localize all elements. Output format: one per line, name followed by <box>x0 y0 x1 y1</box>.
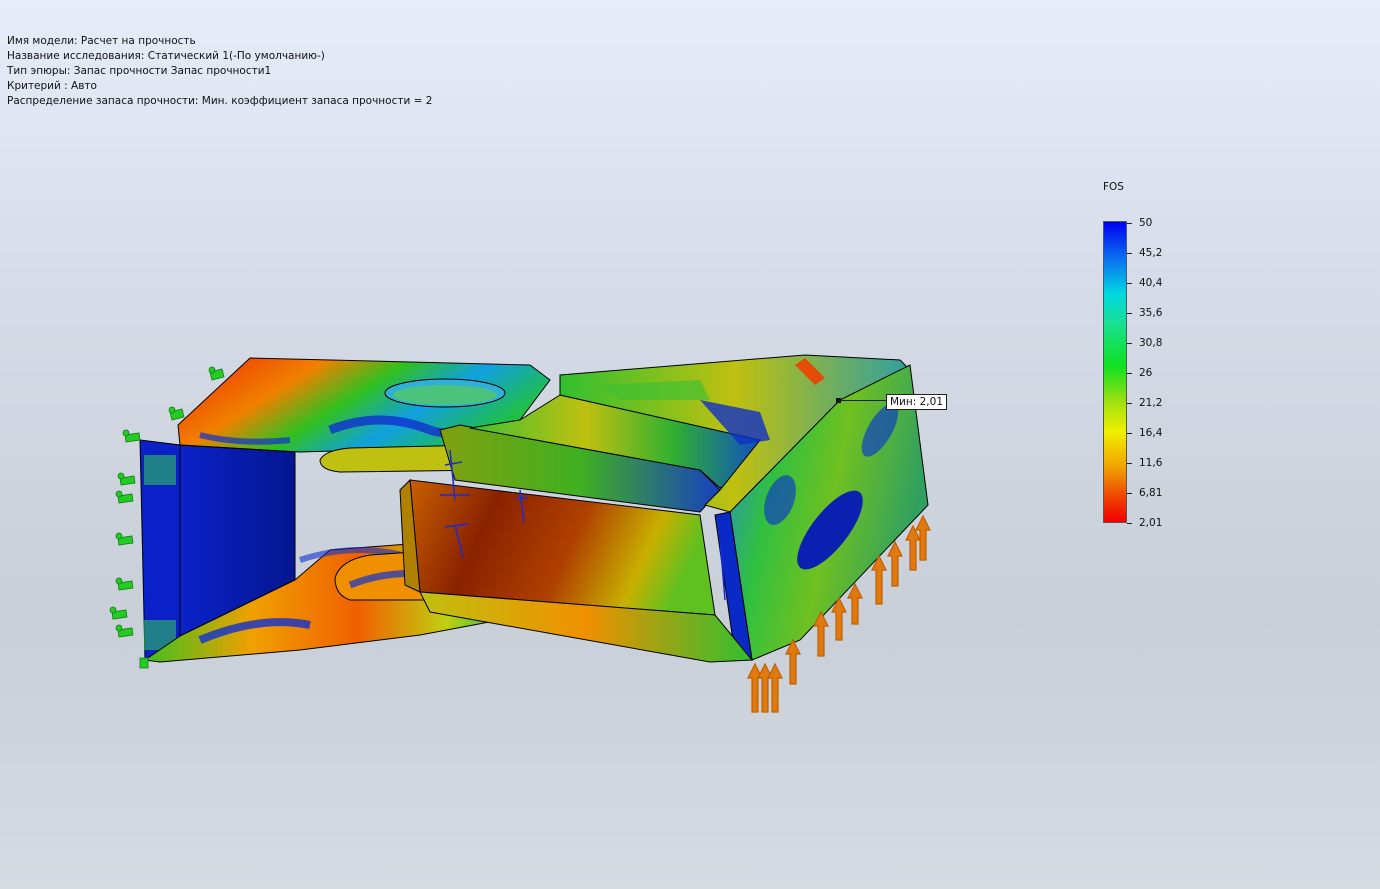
legend-tick-label: 45,2 <box>1139 247 1163 259</box>
legend-tick-label: 50 <box>1139 217 1153 229</box>
legend-title: FOS <box>1103 181 1124 193</box>
legend-tick-mark <box>1127 343 1132 344</box>
legend-tick-label: 21,2 <box>1139 397 1163 409</box>
legend-tick-label: 40,4 <box>1139 277 1163 289</box>
min-probe-label[interactable]: Мин: 2,01 <box>886 394 948 410</box>
legend-tick-label: 2,01 <box>1139 517 1163 529</box>
legend-tick-mark <box>1127 493 1132 494</box>
legend-tick-mark <box>1127 433 1132 434</box>
legend-tick-label: 26 <box>1139 367 1153 379</box>
model-viewport[interactable] <box>0 0 1380 889</box>
legend-tick-label: 30,8 <box>1139 337 1163 349</box>
legend-tick-mark <box>1127 523 1132 524</box>
legend-tick-mark <box>1127 373 1132 374</box>
legend-tick-mark <box>1127 403 1132 404</box>
plot-type: Тип эпюры: Запас прочности Запас прочнос… <box>7 65 272 77</box>
legend-tick-mark <box>1127 253 1132 254</box>
study-info: Имя модели: Расчет на прочность Название… <box>7 34 432 109</box>
legend-tick-mark <box>1127 463 1132 464</box>
legend-tick-label: 11,6 <box>1139 457 1163 469</box>
legend-colorbar[interactable] <box>1103 221 1127 523</box>
legend-tick-label: 6,81 <box>1139 487 1163 499</box>
fos-distribution: Распределение запаса прочности: Мин. коэ… <box>7 95 433 107</box>
criterion: Критерий : Авто <box>7 80 97 92</box>
model-name: Имя модели: Расчет на прочность <box>7 35 196 47</box>
legend-tick-mark <box>1127 313 1132 314</box>
legend-tick-mark <box>1127 223 1132 224</box>
legend-tick-label: 35,6 <box>1139 307 1163 319</box>
study-name: Название исследования: Статический 1(-По… <box>7 50 325 62</box>
legend-tick-mark <box>1127 283 1132 284</box>
legend-tick-label: 16,4 <box>1139 427 1163 439</box>
min-probe-leader <box>839 400 886 401</box>
